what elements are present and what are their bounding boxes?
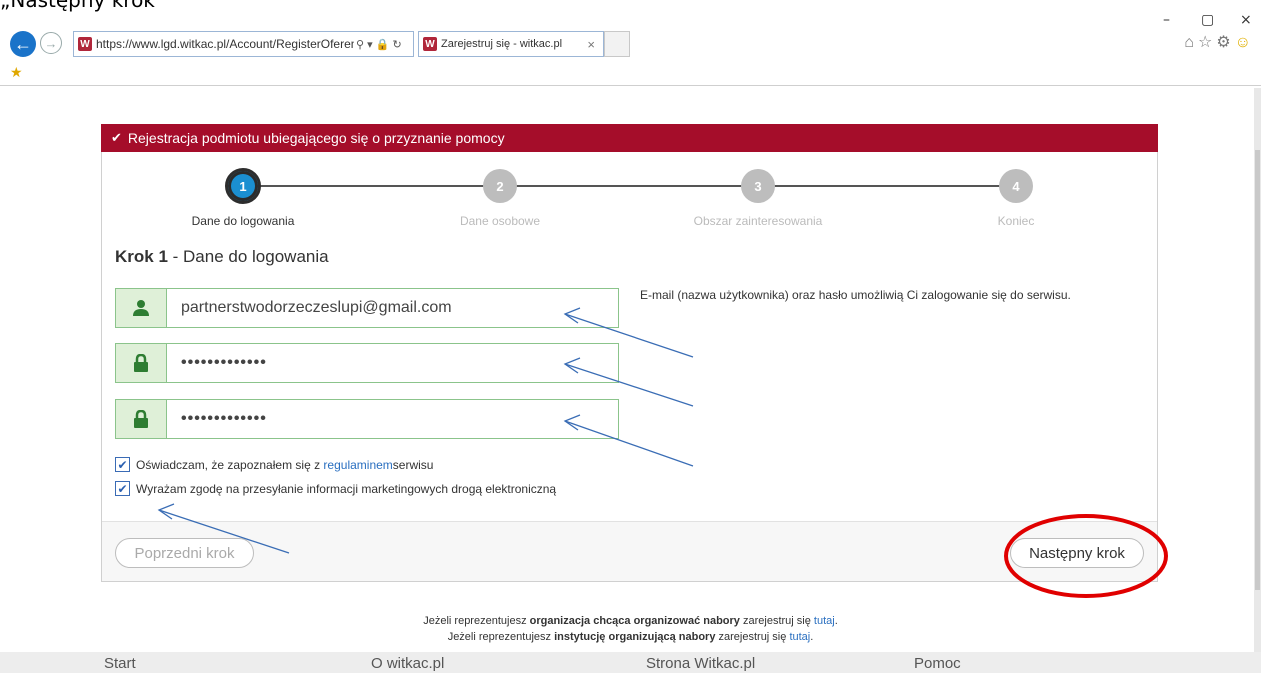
nav-start[interactable]: Start	[104, 655, 136, 672]
line1-bold: organizacja chcąca organizować nabory	[529, 615, 740, 627]
line1-period: .	[834, 615, 838, 627]
line2-bold: instytucję organizującą nabory	[554, 631, 716, 643]
register-institution-link[interactable]: tutaj	[789, 631, 810, 643]
line2-suffix: zarejestruj się	[715, 631, 790, 643]
line2-prefix: Jeżeli reprezentujesz	[447, 631, 555, 643]
line2-period: .	[810, 631, 814, 643]
footer-nav	[0, 652, 1261, 673]
nav-help[interactable]: Pomoc	[914, 655, 961, 672]
line1-prefix: Jeżeli reprezentujesz	[423, 615, 530, 627]
register-institution-line: Jeżeli reprezentujesz instytucję organiz…	[0, 631, 1261, 643]
line1-suffix: zarejestruj się	[739, 615, 814, 627]
register-organization-line: Jeżeli reprezentujesz organizacja chcąca…	[0, 615, 1261, 627]
annotation-overlay	[157, 307, 1168, 598]
nav-about[interactable]: O witkac.pl	[371, 655, 444, 672]
register-organization-link[interactable]: tutaj	[814, 615, 835, 627]
nav-witkac-site[interactable]: Strona Witkac.pl	[646, 655, 755, 672]
